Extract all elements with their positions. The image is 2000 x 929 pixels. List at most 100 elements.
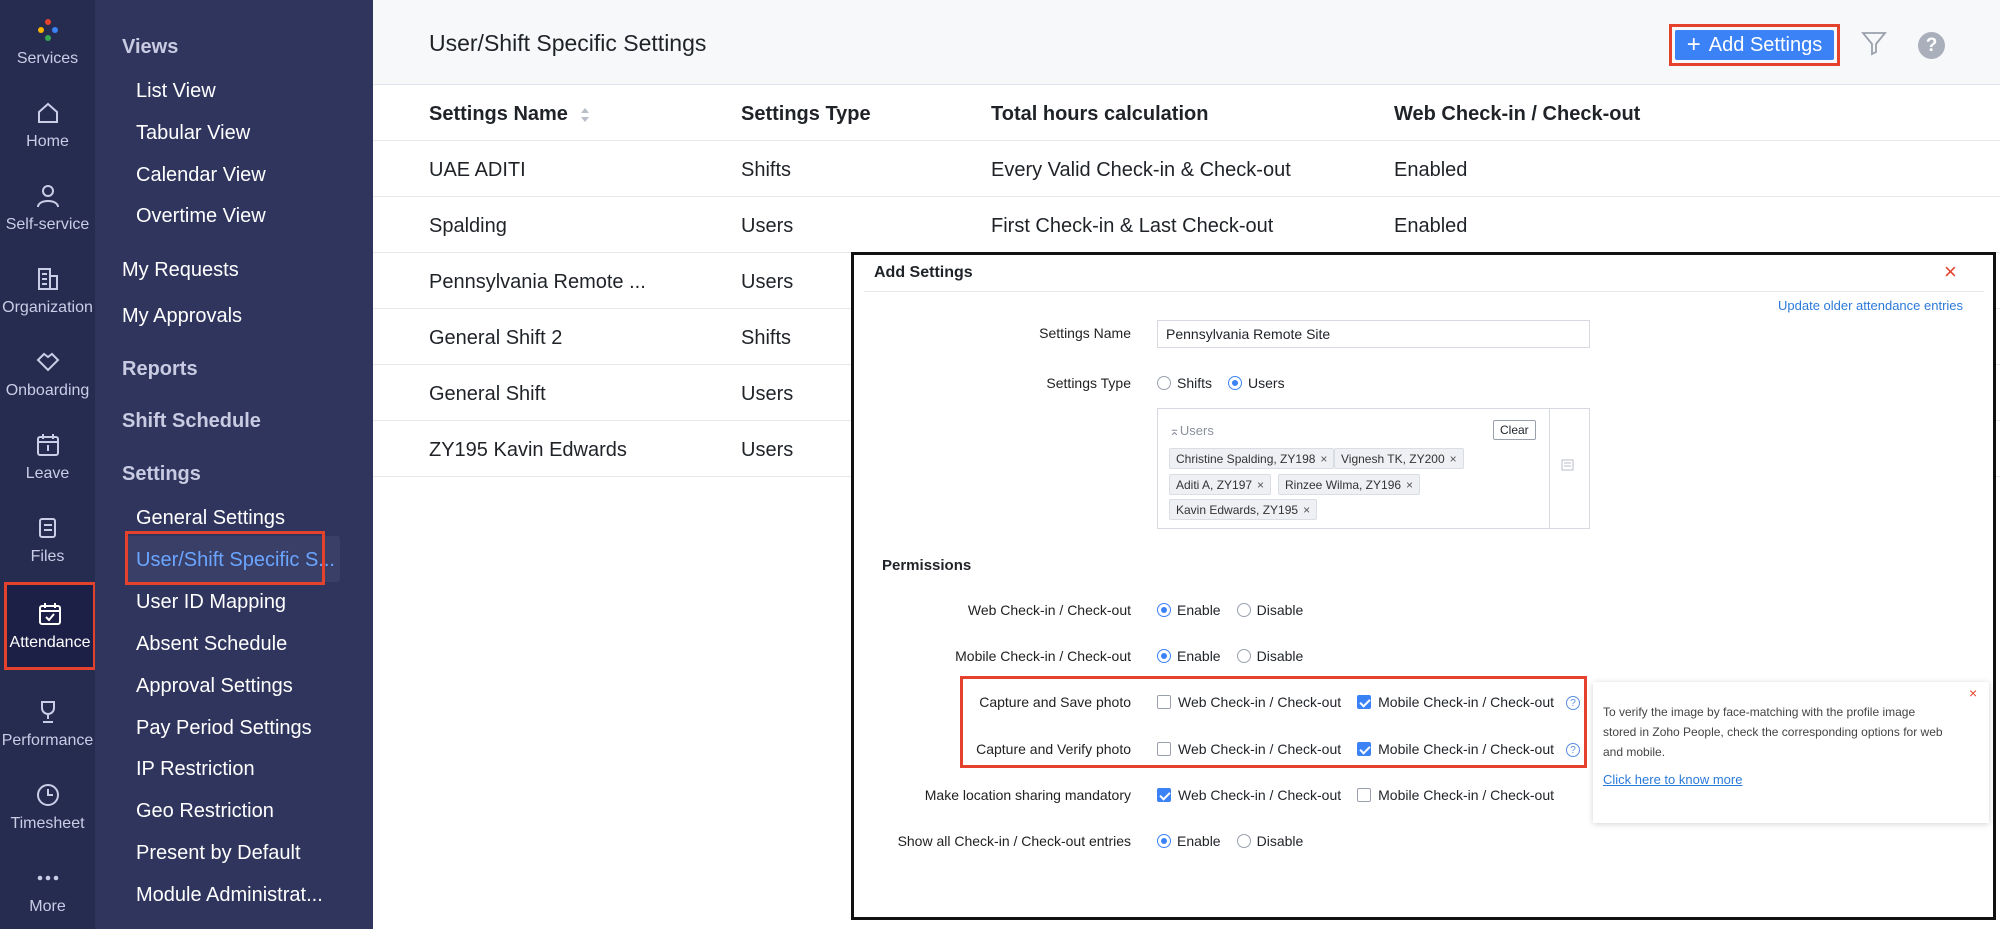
checkbox-web[interactable]: Web Check-in / Check-out bbox=[1157, 694, 1341, 710]
rail-self-service[interactable]: Self-service bbox=[0, 166, 95, 249]
nav-highlight-box bbox=[125, 531, 325, 585]
person-icon bbox=[36, 184, 59, 207]
cell-type: Users bbox=[741, 215, 794, 237]
checkbox-mobile[interactable]: Mobile Check-in / Check-out bbox=[1357, 694, 1554, 710]
nav-module-administration[interactable]: Module Administrat... bbox=[136, 884, 323, 907]
cell-web: Enabled bbox=[1394, 159, 1468, 181]
radio-enable[interactable]: Enable bbox=[1157, 648, 1221, 664]
settings-type-radios: Shifts Users bbox=[1157, 375, 1301, 391]
nav-geo-restriction[interactable]: Geo Restriction bbox=[136, 800, 274, 823]
nav-calendar-view[interactable]: Calendar View bbox=[136, 164, 266, 187]
user-list-icon[interactable] bbox=[1561, 459, 1577, 473]
checkbox-web[interactable]: Web Check-in / Check-out bbox=[1157, 741, 1341, 757]
sort-icon[interactable] bbox=[580, 105, 590, 125]
nav-general-settings[interactable]: General Settings bbox=[136, 507, 285, 530]
collapse-icon: ⌅ bbox=[1169, 423, 1180, 438]
remove-icon: × bbox=[1449, 452, 1457, 466]
rail-leave[interactable]: Leave bbox=[0, 415, 95, 498]
cell-name: ZY195 Kavin Edwards bbox=[429, 439, 627, 461]
nav-pay-period-settings[interactable]: Pay Period Settings bbox=[136, 717, 312, 740]
nav-reports[interactable]: Reports bbox=[122, 358, 198, 381]
cell-web: Enabled bbox=[1394, 215, 1468, 237]
filter-icon[interactable] bbox=[1861, 30, 1887, 56]
radio-users[interactable]: Users bbox=[1228, 375, 1285, 391]
rail-services[interactable]: Services bbox=[0, 0, 95, 83]
rail-home[interactable]: Home bbox=[0, 83, 95, 166]
nav-section-settings[interactable]: Settings bbox=[122, 463, 201, 486]
table-header-row: Settings Name Settings Type Total hours … bbox=[373, 85, 2000, 141]
add-settings-button[interactable]: + Add Settings bbox=[1675, 30, 1834, 60]
nav-my-requests[interactable]: My Requests bbox=[122, 259, 239, 282]
cell-name: UAE ADITI bbox=[429, 159, 526, 181]
settings-name-label: Settings Name bbox=[1039, 325, 1131, 341]
radio-shifts[interactable]: Shifts bbox=[1157, 375, 1212, 391]
rail-attendance[interactable]: Attendance bbox=[4, 582, 96, 670]
nav-overtime-view[interactable]: Overtime View bbox=[136, 205, 266, 228]
know-more-link[interactable]: Click here to know more bbox=[1603, 772, 1742, 787]
modal-title: Add Settings bbox=[874, 264, 973, 281]
nav-absent-schedule[interactable]: Absent Schedule bbox=[136, 633, 287, 656]
cell-name: Spalding bbox=[429, 215, 507, 237]
radio-disable[interactable]: Disable bbox=[1236, 648, 1303, 664]
user-chip[interactable]: Rinzee Wilma, ZY196 × bbox=[1278, 474, 1421, 495]
add-settings-highlight: + Add Settings bbox=[1669, 24, 1840, 66]
nav-my-approvals[interactable]: My Approvals bbox=[122, 305, 242, 328]
nav-ip-restriction[interactable]: IP Restriction bbox=[136, 758, 255, 781]
nav-shift-schedule[interactable]: Shift Schedule bbox=[122, 410, 261, 433]
web-checkin-radios: Enable Disable bbox=[1157, 602, 1319, 618]
cell-type: Users bbox=[741, 439, 794, 461]
cell-name: General Shift bbox=[429, 383, 546, 405]
table-row[interactable]: UAE ADITI Shifts Every Valid Check-in & … bbox=[373, 141, 2000, 197]
rail-onboarding[interactable]: Onboarding bbox=[0, 332, 95, 415]
location-label: Make location sharing mandatory bbox=[924, 787, 1131, 803]
nav-tabular-view[interactable]: Tabular View bbox=[136, 122, 250, 145]
capture-save-checks: Web Check-in / Check-out Mobile Check-in… bbox=[1157, 694, 1570, 710]
rail-performance[interactable]: Performance bbox=[0, 682, 95, 765]
trophy-icon bbox=[40, 700, 55, 723]
capture-verify-label: Capture and Verify photo bbox=[976, 741, 1131, 757]
nav-user-id-mapping[interactable]: User ID Mapping bbox=[136, 591, 286, 614]
settings-name-input[interactable]: Pennsylvania Remote Site bbox=[1157, 320, 1590, 348]
help-circle-icon[interactable]: ? bbox=[1566, 743, 1580, 757]
cell-type: Shifts bbox=[741, 159, 792, 181]
user-chip[interactable]: Christine Spalding, ZY198 × bbox=[1169, 448, 1335, 469]
col-total-hours: Total hours calculation bbox=[991, 103, 1209, 125]
calendar-icon bbox=[36, 433, 59, 456]
checkbox-mobile[interactable]: Mobile Check-in / Check-out bbox=[1357, 741, 1554, 757]
radio-disable[interactable]: Disable bbox=[1236, 602, 1303, 618]
col-settings-type: Settings Type bbox=[741, 103, 871, 125]
col-settings-name[interactable]: Settings Name bbox=[429, 103, 590, 126]
radio-disable[interactable]: Disable bbox=[1236, 833, 1303, 849]
close-icon[interactable]: × bbox=[1944, 259, 1957, 285]
nav-present-by-default[interactable]: Present by Default bbox=[136, 842, 301, 865]
clear-button[interactable]: Clear bbox=[1493, 420, 1536, 440]
rail-timesheet[interactable]: Timesheet bbox=[0, 765, 95, 848]
user-chip[interactable]: Aditi A, ZY197 × bbox=[1169, 474, 1272, 495]
radio-enable[interactable]: Enable bbox=[1157, 833, 1221, 849]
cell-hours: Every Valid Check-in & Check-out bbox=[991, 159, 1291, 181]
radio-enable[interactable]: Enable bbox=[1157, 602, 1221, 618]
nav-list-view[interactable]: List View bbox=[136, 80, 216, 103]
checkbox-mobile[interactable]: Mobile Check-in / Check-out bbox=[1357, 787, 1554, 803]
checkbox-web[interactable]: Web Check-in / Check-out bbox=[1157, 787, 1341, 803]
close-icon[interactable]: × bbox=[1969, 685, 1977, 701]
clock-icon bbox=[36, 783, 59, 806]
photo-tooltip: × To verify the image by face-matching w… bbox=[1593, 682, 1989, 823]
capture-save-label: Capture and Save photo bbox=[979, 694, 1131, 710]
rail-more[interactable]: More bbox=[0, 848, 95, 929]
rail-organization[interactable]: Organization bbox=[0, 249, 95, 332]
table-row[interactable]: Spalding Users First Check-in & Last Che… bbox=[373, 197, 2000, 253]
location-checks: Web Check-in / Check-out Mobile Check-in… bbox=[1157, 787, 1570, 803]
help-circle-icon[interactable]: ? bbox=[1566, 696, 1580, 710]
add-settings-modal: Add Settings × Update older attendance e… bbox=[851, 252, 1996, 920]
mobile-checkin-label: Mobile Check-in / Check-out bbox=[955, 648, 1131, 664]
permissions-title: Permissions bbox=[882, 557, 972, 574]
nav-approval-settings[interactable]: Approval Settings bbox=[136, 675, 293, 698]
user-chip[interactable]: Vignesh TK, ZY200 × bbox=[1334, 448, 1464, 469]
web-checkin-label: Web Check-in / Check-out bbox=[967, 602, 1131, 618]
rail-files[interactable]: Files bbox=[0, 498, 95, 581]
remove-icon: × bbox=[1406, 478, 1414, 492]
help-icon[interactable]: ? bbox=[1918, 32, 1945, 59]
user-chip[interactable]: Kavin Edwards, ZY195 × bbox=[1169, 499, 1318, 520]
update-older-entries-link[interactable]: Update older attendance entries bbox=[1778, 298, 1963, 313]
